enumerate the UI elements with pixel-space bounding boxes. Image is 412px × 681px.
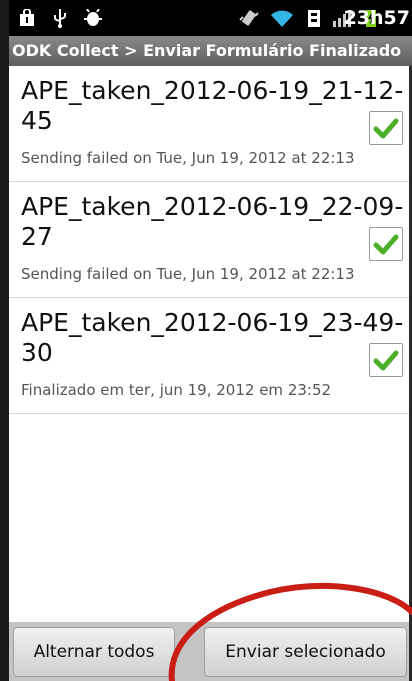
- list-item[interactable]: APE_taken_2012-06-19_21-12-45 Sending fa…: [9, 66, 409, 182]
- checkmark-icon: [373, 118, 399, 139]
- page-title: ODK Collect > Enviar Formulário Finaliza…: [9, 36, 412, 66]
- battery-charging-icon: [305, 8, 323, 28]
- form-title: APE_taken_2012-06-19_21-12-45: [21, 76, 404, 135]
- vibrate-icon: [238, 8, 260, 28]
- form-status: Sending failed on Tue, Jun 19, 2012 at 2…: [21, 149, 355, 167]
- form-checkbox[interactable]: [369, 111, 403, 145]
- form-checkbox[interactable]: [369, 343, 403, 377]
- checkmark-icon: [373, 350, 399, 371]
- form-checkbox[interactable]: [369, 227, 403, 261]
- form-status: Finalizado em ter, jun 19, 2012 em 23:52: [21, 381, 332, 399]
- form-status: Sending failed on Tue, Jun 19, 2012 at 2…: [21, 265, 355, 283]
- form-title: APE_taken_2012-06-19_22-09-27: [21, 192, 404, 251]
- toggle-all-button[interactable]: Alternar todos: [13, 627, 175, 677]
- android-debug-icon: [83, 8, 103, 28]
- status-bar: 23h57: [9, 0, 412, 36]
- wifi-icon: [270, 8, 294, 28]
- send-selected-button[interactable]: Enviar selecionado: [204, 627, 407, 677]
- bottom-button-bar: Alternar todos Enviar selecionado: [9, 622, 409, 681]
- list-item[interactable]: APE_taken_2012-06-19_23-49-30 Finalizado…: [9, 298, 409, 414]
- shopping-bag-icon: [17, 8, 37, 28]
- list-item[interactable]: APE_taken_2012-06-19_22-09-27 Sending fa…: [9, 182, 409, 298]
- checkmark-icon: [373, 234, 399, 255]
- form-list: APE_taken_2012-06-19_21-12-45 Sending fa…: [9, 66, 409, 414]
- form-title: APE_taken_2012-06-19_23-49-30: [21, 308, 404, 367]
- status-time: 23h57: [343, 7, 410, 29]
- device-frame-left: [0, 0, 9, 681]
- usb-icon: [52, 8, 68, 28]
